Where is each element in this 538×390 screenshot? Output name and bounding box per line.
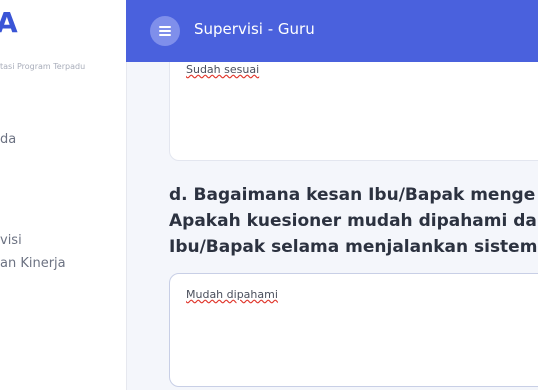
- hamburger-icon: [159, 26, 171, 36]
- sidebar-item-supervisi[interactable]: visi: [0, 233, 22, 248]
- question-d: d. Bagaimana kesan Ibu/Bapak menge Apaka…: [169, 182, 538, 260]
- question-line: d. Bagaimana kesan Ibu/Bapak menge: [169, 185, 536, 205]
- previous-answer-textarea[interactable]: Sudah sesuai: [169, 62, 538, 161]
- sidebar-item-kinerja[interactable]: an Kinerja: [0, 256, 66, 271]
- sidebar: A tasi Program Terpadu da visi an Kinerj…: [0, 0, 127, 390]
- main-content: Sudah sesuai d. Bagaimana kesan Ibu/Bapa…: [126, 62, 538, 390]
- answer-textarea[interactable]: Mudah dipahami: [169, 273, 538, 387]
- answer-text: Mudah dipahami: [186, 288, 278, 301]
- question-line: Apakah kuesioner mudah dipahami da: [169, 211, 537, 231]
- previous-answer-text: Sudah sesuai: [186, 63, 260, 76]
- question-line: Ibu/Bapak selama menjalankan sistem: [169, 237, 538, 257]
- menu-toggle-button[interactable]: [150, 16, 180, 46]
- app-logo: A: [0, 6, 19, 39]
- top-bar: Supervisi - Guru: [126, 0, 538, 62]
- app-subtitle: tasi Program Terpadu: [0, 62, 86, 71]
- page-title: Supervisi - Guru: [194, 20, 315, 38]
- sidebar-item-dashboard[interactable]: da: [0, 132, 16, 147]
